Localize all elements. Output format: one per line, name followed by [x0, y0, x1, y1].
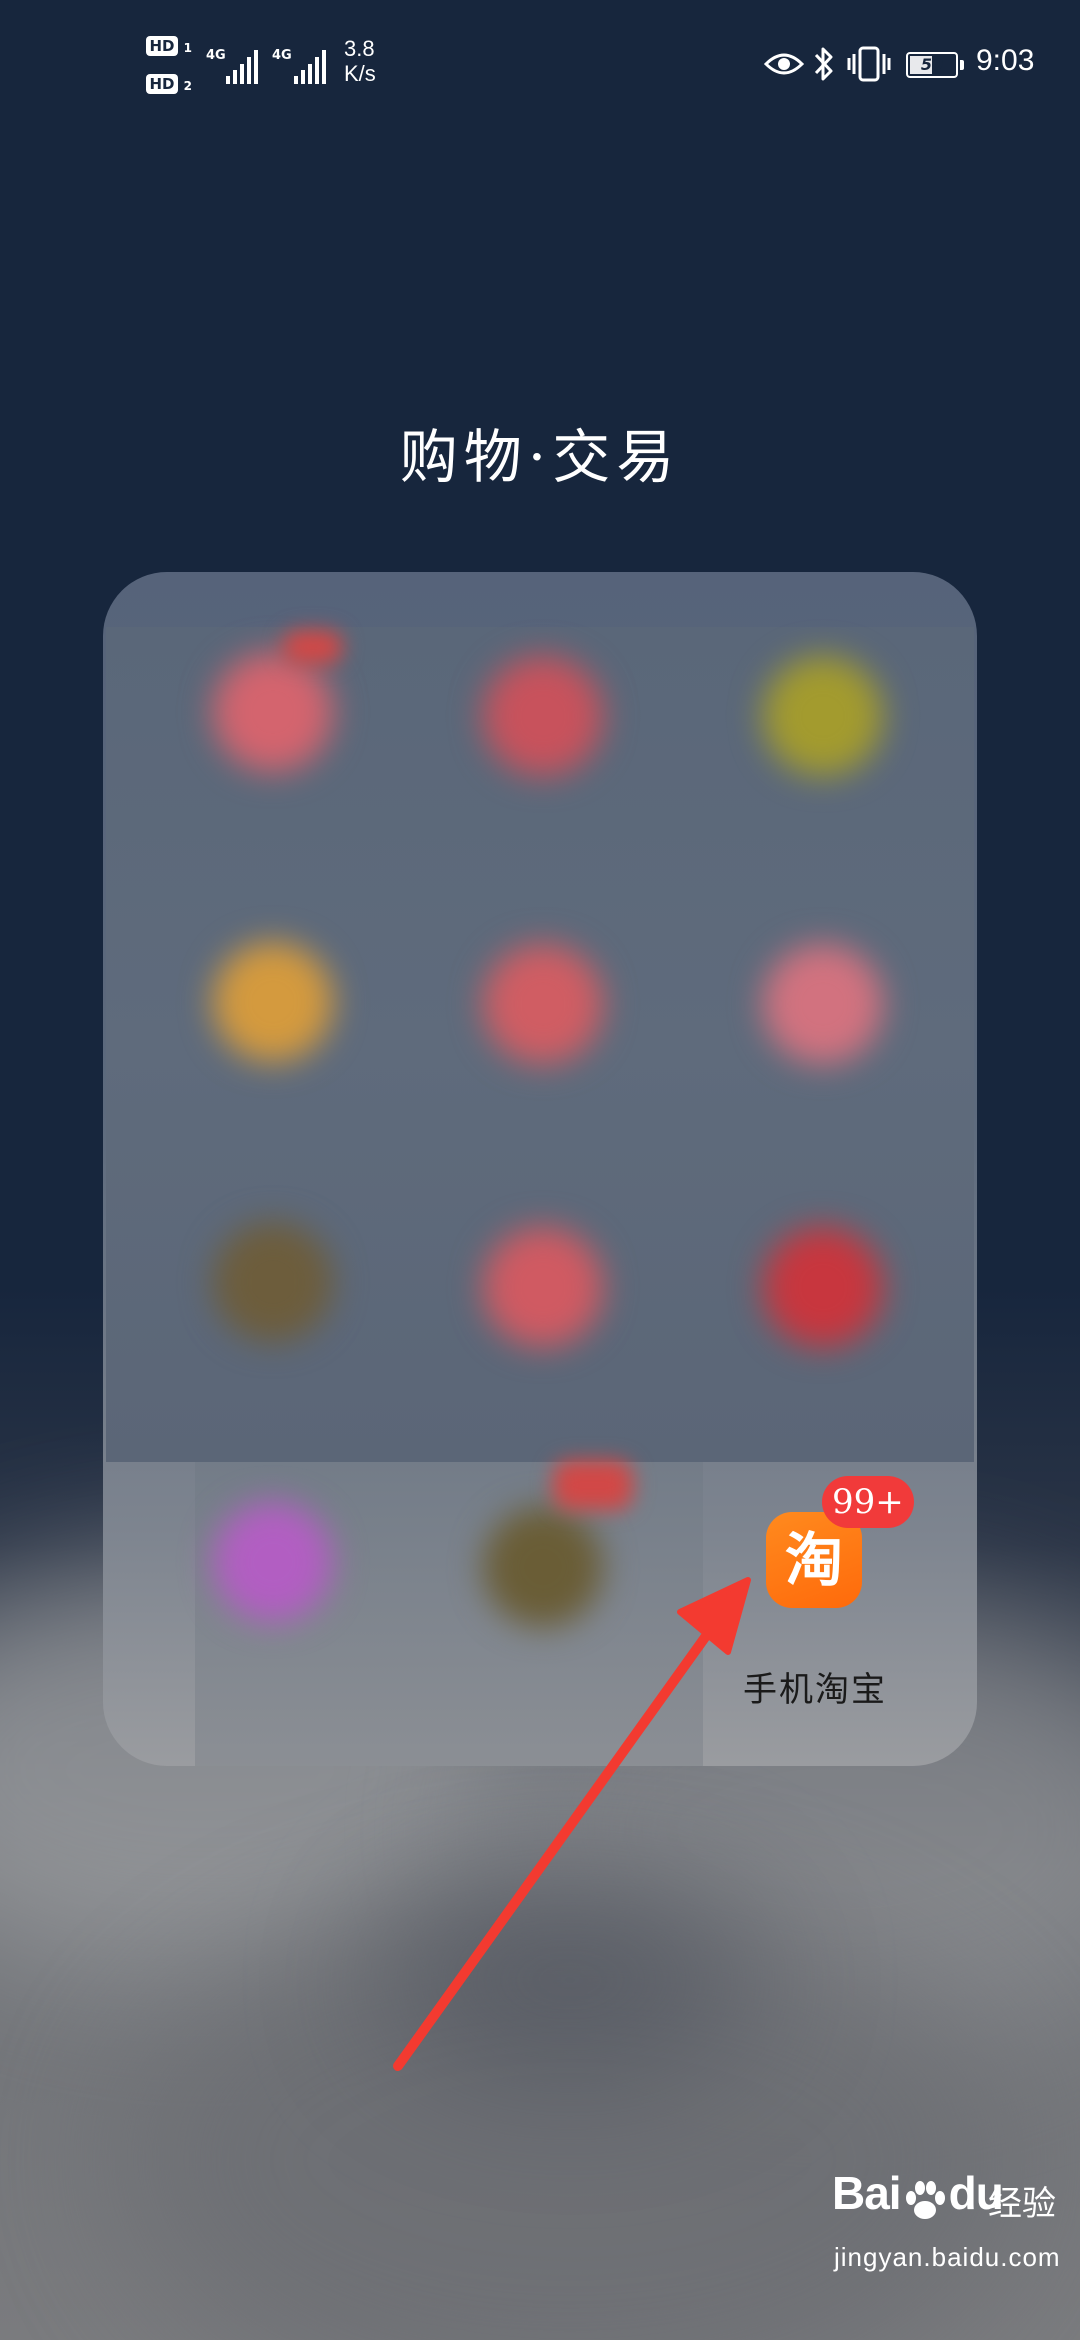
status-bar: HD 1 HD 2 4G 4G 3.8 K/s 50 9:03 [0, 0, 1080, 130]
network-speed-value: 3.8 [344, 36, 375, 61]
clock: 9:03 [976, 44, 1035, 77]
blurred-app-icon[interactable] [213, 652, 333, 772]
signal-icon-sim1 [226, 44, 258, 84]
network-speed-unit: K/s [344, 61, 376, 86]
battery-level: 50 [920, 55, 944, 74]
baidu-jingyan-watermark: Bai du 经验 jingyan.baidu.com [820, 2146, 1070, 2326]
network-speed: 3.8 K/s [344, 36, 376, 86]
hd-voice-icon-sim2: HD 2 [146, 74, 192, 94]
watermark-brand-left: Bai [832, 2167, 902, 2219]
blurred-app-icon[interactable] [483, 656, 603, 776]
blurred-app-icon[interactable] [483, 1227, 603, 1347]
blurred-app-icon[interactable] [213, 942, 333, 1062]
blurred-badge [283, 630, 343, 664]
blurred-app-icon[interactable] [763, 656, 883, 776]
folder-title[interactable]: 购物·交易 [0, 410, 1080, 494]
watermark-url: jingyan.baidu.com [834, 2242, 1061, 2272]
wallpaper-cloud [380, 1880, 760, 2080]
eye-comfort-icon [764, 53, 804, 75]
hd-voice-icon-sim1: HD 1 [146, 36, 192, 56]
watermark-suffix: 经验 [988, 2184, 1056, 2224]
sim2-network-type: 4G [272, 48, 292, 63]
blurred-app-icon[interactable] [213, 1502, 333, 1622]
vibrate-icon [847, 46, 891, 82]
blurred-badge [553, 1460, 633, 1510]
app-taobao[interactable]: 淘 99+ 手机淘宝 [740, 1476, 914, 1712]
sim1-network-type: 4G [206, 48, 226, 63]
bluetooth-icon [814, 47, 833, 81]
battery-icon: 50 [906, 52, 964, 78]
signal-icon-sim2 [294, 44, 326, 84]
blurred-app-icon[interactable] [763, 1227, 883, 1347]
watermark-brand: Bai du [832, 2166, 1004, 2220]
blurred-app-icon[interactable] [763, 944, 883, 1064]
blurred-app-icon[interactable] [213, 1222, 333, 1342]
battery-tip [960, 60, 964, 70]
notification-badge: 99+ [822, 1476, 914, 1528]
blurred-app-icon[interactable] [483, 1507, 603, 1627]
baidu-paw-icon [903, 2177, 947, 2219]
app-label: 手机淘宝 [743, 1670, 887, 1710]
blurred-app-icon[interactable] [483, 944, 603, 1064]
